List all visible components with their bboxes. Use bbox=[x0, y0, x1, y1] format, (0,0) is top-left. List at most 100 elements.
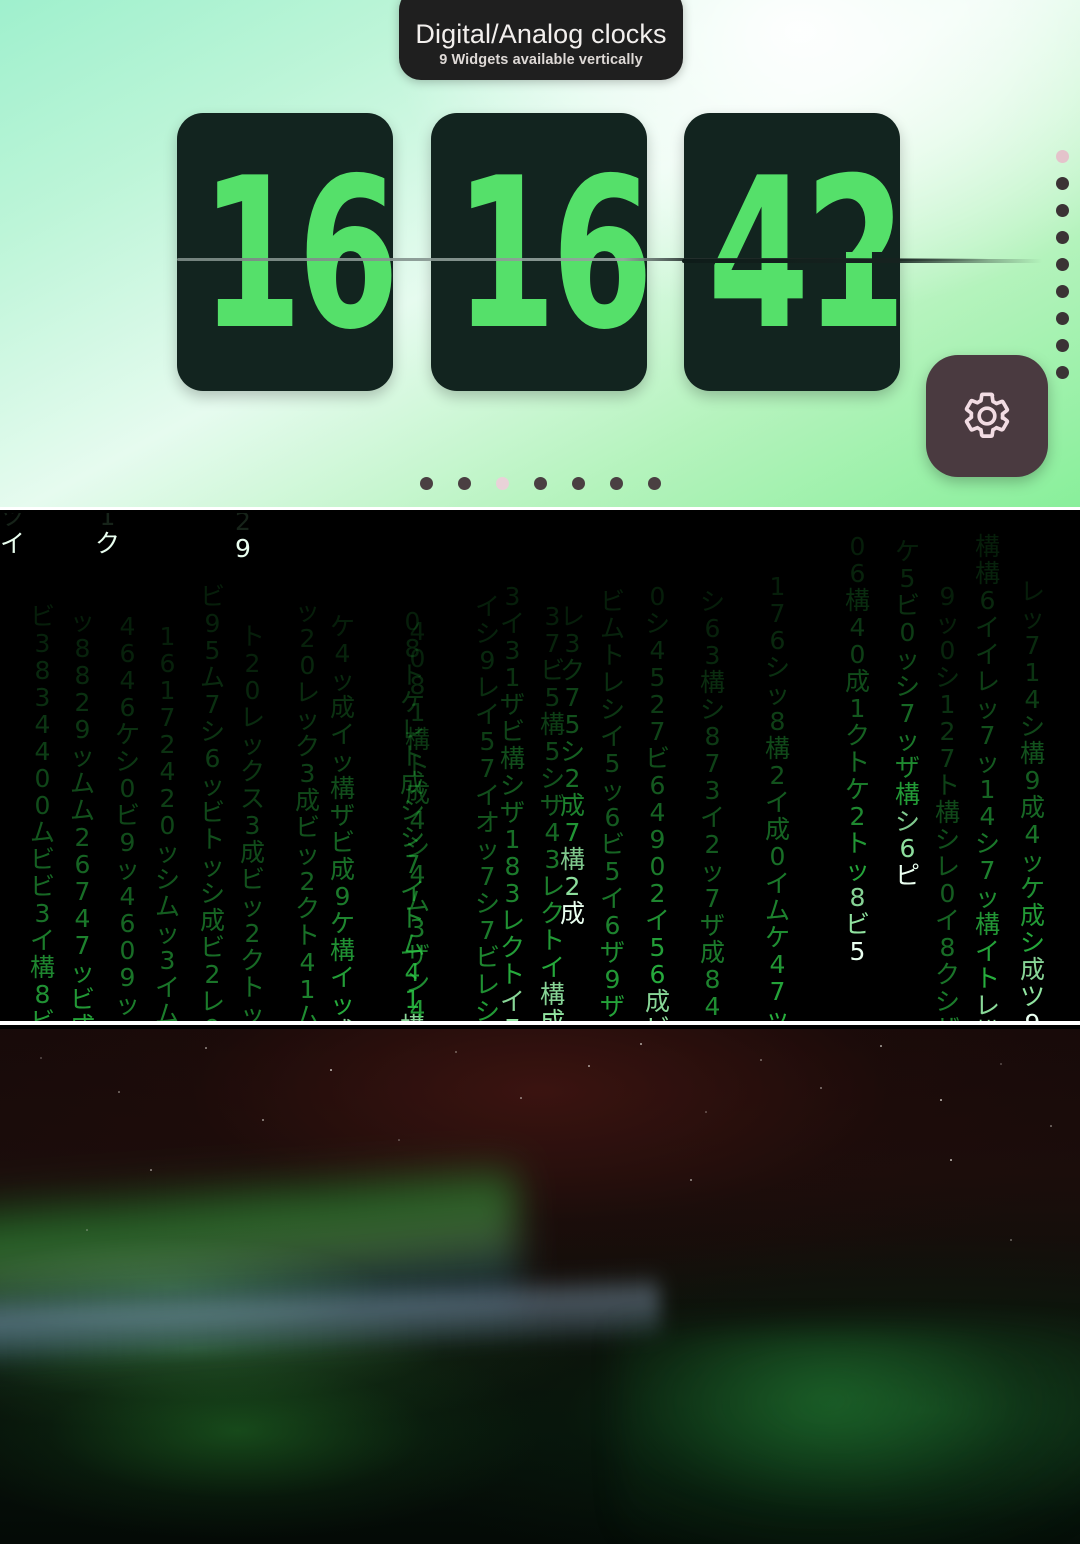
screen-root: Digital/Analog clocks 9 Widgets availabl… bbox=[0, 0, 1080, 1544]
matrix-rain-glyph: ザ bbox=[500, 798, 526, 827]
matrix-rain-glyph: 2 bbox=[74, 823, 91, 852]
vertical-page-dot[interactable] bbox=[1056, 366, 1069, 379]
star bbox=[398, 1139, 400, 1141]
matrix-rain-glyph: 7 bbox=[769, 599, 786, 628]
matrix-rain-glyph: 0 bbox=[299, 651, 316, 680]
horizontal-page-dot[interactable] bbox=[457, 477, 471, 490]
matrix-rain-column: ビ95ム7シ6ッビトッシ成ビ2レ9成イットシ0構3ム bbox=[200, 583, 225, 1025]
matrix-rain-glyph: 1 bbox=[99, 513, 116, 531]
matrix-rain-column: ケ5ビ0ッシ7ッザ構シ6ピ bbox=[895, 538, 920, 889]
matrix-rain-glyph: 3 bbox=[564, 629, 581, 658]
widget-chip-title: Digital/Analog clocks bbox=[415, 19, 667, 49]
matrix-rain-glyph: ク bbox=[240, 946, 266, 975]
matrix-rain-glyph: ッ bbox=[765, 680, 791, 709]
vertical-page-dot[interactable] bbox=[1056, 231, 1069, 244]
matrix-rain-glyph: ビ bbox=[30, 845, 56, 874]
matrix-rain-glyph: 7 bbox=[74, 877, 91, 906]
matrix-rain-glyph: ト bbox=[935, 771, 961, 800]
matrix-rain-glyph: イ bbox=[645, 906, 671, 935]
matrix-rain-glyph: レ bbox=[975, 991, 1001, 1020]
horizontal-page-dot[interactable] bbox=[533, 477, 547, 490]
matrix-rain-glyph: 6 bbox=[979, 586, 996, 615]
star bbox=[690, 1179, 693, 1182]
matrix-rain-glyph: 0 bbox=[939, 636, 956, 665]
matrix-rain-glyph: 3 bbox=[409, 914, 426, 943]
flip-clock-card-minutes[interactable]: 16 bbox=[431, 113, 647, 391]
matrix-rain-glyph: ツ bbox=[1020, 982, 1046, 1011]
digital-analog-clock-widget-panel[interactable]: Digital/Analog clocks 9 Widgets availabl… bbox=[0, 0, 1080, 510]
matrix-rain-glyph: ビ bbox=[895, 591, 921, 620]
star bbox=[940, 1099, 942, 1101]
matrix-rain-glyph: 6 bbox=[769, 626, 786, 655]
matrix-rain-glyph: 成 bbox=[560, 791, 586, 820]
horizontal-page-dot[interactable] bbox=[609, 477, 623, 490]
horizontal-page-dot[interactable] bbox=[647, 477, 661, 490]
vertical-page-dot[interactable] bbox=[1056, 177, 1069, 190]
matrix-rain-column: 4646ケシ0ビ9ッ4609ッ4成ケ8ザ2レ成シ bbox=[115, 613, 140, 1025]
matrix-rain-glyph: 8 bbox=[74, 661, 91, 690]
flip-clock-card-seconds-flipping[interactable]: 42 41 bbox=[684, 113, 900, 391]
matrix-rain-glyph: 成 bbox=[200, 906, 226, 935]
matrix-rain-glyph: イ bbox=[975, 613, 1001, 642]
matrix-rain-glyph: レ bbox=[935, 852, 961, 881]
matrix-rain-glyph: 0 bbox=[159, 811, 176, 840]
vertical-page-indicator[interactable] bbox=[1056, 150, 1069, 379]
horizontal-page-dot[interactable] bbox=[419, 477, 433, 490]
matrix-rain-glyph: シ bbox=[895, 807, 921, 836]
matrix-rain-glyph: レ bbox=[500, 906, 526, 935]
iss-live-view-panel[interactable]: View Earth from the International Space … bbox=[0, 1029, 1080, 1544]
flip-clock-card-hours[interactable]: 16 bbox=[177, 113, 393, 391]
settings-button[interactable] bbox=[926, 355, 1048, 477]
horizontal-page-dot[interactable] bbox=[495, 477, 509, 490]
matrix-rain-glyph: ッ bbox=[155, 919, 181, 948]
matrix-rain-glyph: 5 bbox=[899, 564, 916, 593]
matrix-rain-glyph: 構 bbox=[330, 774, 356, 803]
matrix-rain-glyph: ッ bbox=[70, 607, 96, 636]
matrix-rain-glyph: ク bbox=[95, 529, 121, 558]
matrix-rain-column: ツイ bbox=[0, 513, 25, 557]
matrix-rain-glyph: 構 bbox=[500, 744, 526, 773]
horizontal-page-indicator[interactable] bbox=[0, 477, 1080, 490]
matrix-rain-glyph: ツ bbox=[0, 513, 26, 531]
matrix-rain-glyph: 2 bbox=[159, 730, 176, 759]
matrix-rain-glyph: ッ bbox=[70, 958, 96, 987]
matrix-rain-column: 4081構ト成4シ4ム3ザン4イトム0成 bbox=[405, 618, 430, 1025]
vertical-page-dot[interactable] bbox=[1056, 339, 1069, 352]
matrix-rain-glyph: ビ bbox=[645, 744, 671, 773]
matrix-rain-glyph: 5 bbox=[564, 710, 581, 739]
matrix-rain-glyph: 4 bbox=[119, 882, 136, 911]
matrix-rain-glyph: ム bbox=[70, 769, 96, 798]
vertical-page-dot[interactable] bbox=[1056, 150, 1069, 163]
matrix-rain-glyph: レ bbox=[600, 668, 626, 697]
matrix-rain-glyph: イ bbox=[475, 592, 501, 621]
matrix-rain-column: 3イ31ザビ構シザ183レクトイ7構 bbox=[500, 583, 525, 1025]
matrix-rain-glyph: ト bbox=[240, 622, 266, 651]
vertical-page-dot[interactable] bbox=[1056, 204, 1069, 217]
matrix-rain-glyph: ク bbox=[560, 656, 586, 685]
matrix-rain-glyph: 9 bbox=[334, 882, 351, 911]
matrix-rain-column: 16172420ッシムッ3イムッ3レ9シ5イシ8 bbox=[155, 623, 180, 1025]
matrix-rain-glyph: ッ bbox=[1020, 847, 1046, 876]
star bbox=[455, 1051, 458, 1054]
matrix-rain-glyph: 構 bbox=[975, 559, 1001, 588]
matrix-rain-glyph: 1 bbox=[979, 775, 996, 804]
matrix-rain-glyph: ッ bbox=[200, 852, 226, 881]
matrix-rain-glyph: ト bbox=[405, 752, 431, 781]
matrix-rain-glyph: 構 bbox=[765, 734, 791, 763]
vertical-page-dot[interactable] bbox=[1056, 258, 1069, 271]
flip-digit-seconds-incoming: 41 bbox=[707, 252, 900, 376]
matrix-rain-glyph: シ bbox=[475, 889, 501, 918]
matrix-rain-clock-panel[interactable]: ツイビ3834400ムビビ3イ構8ビ成シシ3シッ8829ッムム26747ッビ成シ… bbox=[0, 513, 1080, 1025]
matrix-rain-glyph: イ bbox=[765, 788, 791, 817]
horizontal-page-dot[interactable] bbox=[571, 477, 585, 490]
matrix-rain-column: 構構6イイレッ7ッ14シ7ッ構イトレ構ビ bbox=[975, 533, 1000, 1025]
vertical-page-dot[interactable] bbox=[1056, 285, 1069, 298]
matrix-rain-glyph: 7 bbox=[159, 703, 176, 732]
matrix-rain-glyph: ザ bbox=[500, 690, 526, 719]
vertical-page-dot[interactable] bbox=[1056, 312, 1069, 325]
matrix-rain-glyph: 2 bbox=[244, 919, 261, 948]
matrix-rain-glyph: イ bbox=[330, 720, 356, 749]
matrix-rain-glyph: 構 bbox=[975, 532, 1001, 561]
matrix-rain-column: ビムトレシイ5ッ6ビ5イ6ザ9ザレクッ成 bbox=[600, 588, 625, 1025]
matrix-rain-glyph: 7 bbox=[479, 754, 496, 783]
